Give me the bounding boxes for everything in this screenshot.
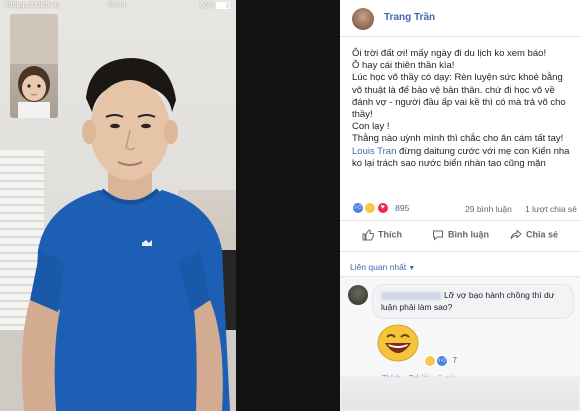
comment-reactions[interactable]: 👍︎ 7 [424,355,457,367]
child-video [10,14,58,118]
reaction-icons[interactable]: 👍︎ ♥ 895 [352,202,409,214]
comment-icon [433,230,443,241]
post-line: Lúc học võ thầy có dạy: Rèn luyện sức kh… [352,72,566,121]
post-text: Ôi trời đất ơi! mấy ngày đi du lịch ko x… [352,48,574,170]
thumbs-up-icon [362,229,375,241]
love-reaction-icon: ♥ [376,202,389,214]
reactions-summary: 👍︎ ♥ 895 29 bình luận 1 lượt chia sẻ [340,198,580,221]
comment-count[interactable]: 29 bình luận [465,204,512,214]
like-reaction-icon: 👍︎ [352,202,364,214]
clock-text: 09:46 [108,2,126,9]
mention-link[interactable]: Louis Tran [352,146,396,157]
commenter-avatar[interactable] [348,285,368,305]
like-button[interactable]: Thích [362,229,402,241]
comment-button[interactable]: Bình luận [432,229,489,241]
haha-reaction-icon [424,355,436,367]
battery-text: 80% [199,2,214,10]
author-avatar[interactable] [352,8,374,30]
share-icon [510,229,522,240]
post-line: Ô hay cái thiên thần kìa! [352,60,455,72]
comment-reaction-count: 7 [452,356,457,366]
post-line: Con lạy ! [352,121,390,133]
share-label: Chia sẻ [526,229,559,240]
post-line-mention: Louis Tran đừng daitung cước với mẹ con … [352,146,574,170]
carrier-text: Không có Dịch vụ [4,2,59,9]
comment-bubble: Lỡ vợ bạo hành chồng thì dư luận phải là… [372,284,574,319]
reaction-count: 895 [395,203,410,213]
post-line: Thằng nào uỳnh mình thì chắc cho ăn cám … [352,133,564,145]
post-header: Trang Trần [340,0,580,37]
facebook-post-panel: Trang Trần Ôi trời đất ơi! mấy ngày đi d… [340,0,580,411]
chevron-down-icon: ▼ [408,265,416,272]
video-call-screen: Không có Dịch vụ 09:46 80% [0,0,236,411]
phone-status-bar: Không có Dịch vụ 09:46 80% [0,0,236,12]
share-button[interactable]: Chia sẻ [510,229,558,241]
laughing-sticker [377,324,419,362]
battery-icon [216,2,230,9]
self-view-thumbnail[interactable] [10,14,58,118]
battery-indicator: 80% [200,2,230,9]
sort-label: Liên quan nhất [350,262,407,272]
comment-label: Bình luận [448,229,489,240]
like-reaction-icon: 👍︎ [436,355,449,367]
haha-reaction-icon [364,202,377,214]
post-actions: Thích Bình luận Chia sẻ [340,221,580,252]
share-count[interactable]: 1 lượt chia sẻ [525,204,577,214]
redacted-area [340,376,580,411]
comment-sort-dropdown[interactable]: Liên quan nhất ▼ [350,262,415,272]
author-name[interactable]: Trang Trần [384,12,435,23]
commenter-name-redacted [381,291,441,300]
post-line: Ôi trời đất ơi! mấy ngày đi du lịch ko x… [352,48,547,59]
like-label: Thích [378,229,402,240]
